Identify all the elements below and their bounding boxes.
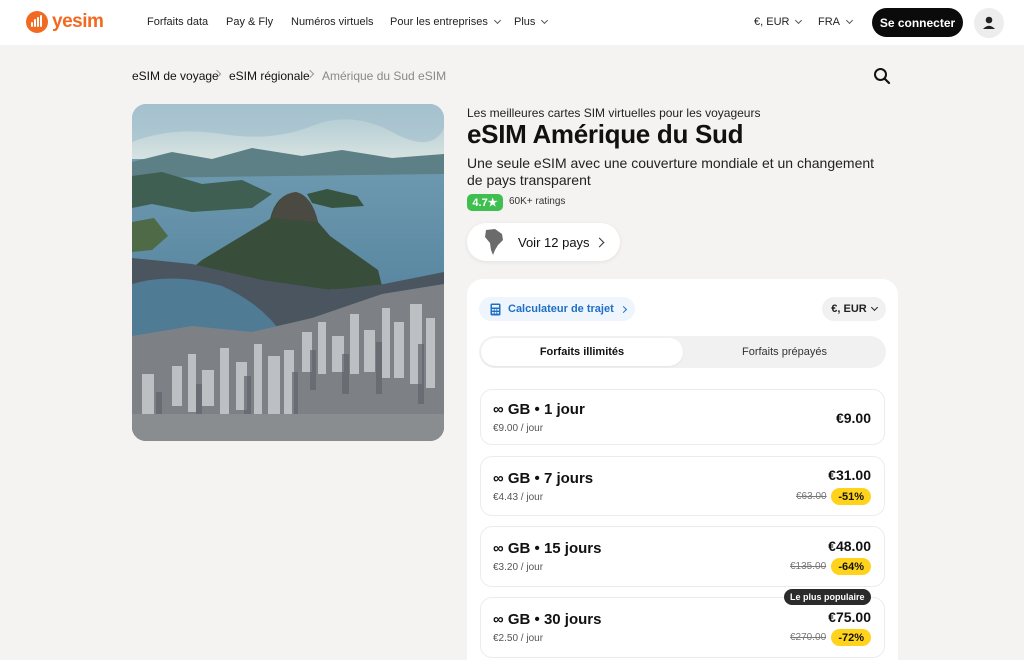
search-icon <box>874 68 891 85</box>
discount-badge: -51% <box>831 488 871 505</box>
nav-forfaits-data[interactable]: Forfaits data <box>147 16 208 28</box>
plan-old-price: €63.00 <box>796 491 827 502</box>
breadcrumb-current: Amérique du Sud eSIM <box>322 69 447 83</box>
card-currency-label: €, EUR <box>831 303 867 315</box>
account-button[interactable] <box>974 8 1004 38</box>
plan-per-day-price: €2.50 / jour <box>493 633 544 644</box>
chevron-down-icon <box>541 16 549 25</box>
top-navigation: yesim Forfaits data Pay & Fly Numéros vi… <box>0 0 1024 45</box>
plan-price: €9.00 <box>835 410 871 426</box>
chevron-down-icon <box>845 16 854 25</box>
plan-title: ∞ GB • 30 jours <box>493 611 602 628</box>
plan-title: ∞ GB • 1 jour <box>493 401 585 418</box>
trip-calculator-label: Calculateur de trajet <box>508 303 614 315</box>
user-icon <box>983 16 995 29</box>
plan-old-price: €270.00 <box>790 632 827 643</box>
nav-pour-les-entreprises[interactable]: Pour les entreprises <box>390 16 501 28</box>
chevron-right-icon <box>594 237 605 248</box>
destination-photo <box>132 104 444 441</box>
chevron-down-icon <box>493 16 501 25</box>
language-selector[interactable]: FRA <box>818 16 854 28</box>
breadcrumb-esim-de-voyage[interactable]: eSIM de voyage <box>132 69 219 83</box>
ratings-count: 60K+ ratings <box>509 196 566 207</box>
chevron-down-icon <box>795 16 803 25</box>
plan-title: ∞ GB • 15 jours <box>493 540 602 557</box>
plans-card: Calculateur de trajet €, EUR Forfaits il… <box>467 279 898 660</box>
most-popular-badge: Le plus populaire <box>784 589 871 605</box>
discount-badge: -64% <box>831 558 871 575</box>
plan-card-1-day[interactable]: ∞ GB • 1 jour €9.00 / jour €9.00 <box>480 389 885 445</box>
plan-card-15-days[interactable]: ∞ GB • 15 jours €3.20 / jour €48.00 €135… <box>480 526 885 587</box>
tab-forfaits-prepayes[interactable]: Forfaits prépayés <box>685 338 884 366</box>
trip-calculator-button[interactable]: Calculateur de trajet <box>479 297 635 321</box>
plan-card-7-days[interactable]: ∞ GB • 7 jours €4.43 / jour €31.00 €63.0… <box>480 456 885 516</box>
discount-badge: -72% <box>831 629 871 646</box>
logo-text: yesim <box>52 11 104 32</box>
product-description: Une seule eSIM avec une couverture mondi… <box>467 155 875 188</box>
see-countries-label: Voir 12 pays <box>518 235 590 250</box>
south-america-map-icon <box>485 229 503 255</box>
plan-card-30-days[interactable]: Le plus populaire ∞ GB • 30 jours €2.50 … <box>480 589 885 658</box>
plan-old-price: €135.00 <box>790 561 827 572</box>
plan-type-tabs: Forfaits illimités Forfaits prépayés <box>479 336 886 368</box>
plan-price: €48.00 <box>828 538 871 554</box>
calculator-icon <box>490 303 501 315</box>
breadcrumb-esim-regionale[interactable]: eSIM régionale <box>229 69 310 83</box>
login-button[interactable]: Se connecter <box>872 8 963 37</box>
plan-title: ∞ GB • 7 jours <box>493 470 594 487</box>
rating-badge: 4.7★ <box>467 194 503 211</box>
search-button[interactable] <box>872 66 892 86</box>
logo-icon <box>26 11 48 33</box>
tab-forfaits-illimites[interactable]: Forfaits illimités <box>481 338 683 366</box>
plan-price: €31.00 <box>828 467 871 483</box>
card-currency-selector[interactable]: €, EUR <box>822 297 886 321</box>
nav-plus[interactable]: Plus <box>514 16 549 28</box>
chevron-down-icon <box>870 303 878 312</box>
nav-pay-and-fly[interactable]: Pay & Fly <box>226 16 273 28</box>
plan-per-day-price: €4.43 / jour <box>493 492 544 503</box>
currency-selector[interactable]: €, EUR <box>754 16 803 28</box>
logo[interactable]: yesim <box>26 11 104 33</box>
page-title: eSIM Amérique du Sud <box>467 119 744 149</box>
plan-per-day-price: €9.00 / jour <box>493 423 544 434</box>
chevron-right-icon <box>619 305 627 313</box>
nav-numeros-virtuels[interactable]: Numéros virtuels <box>291 16 374 28</box>
plan-price: €75.00 <box>828 609 871 625</box>
product-tagline: Les meilleures cartes SIM virtuelles pou… <box>467 106 761 120</box>
see-countries-button[interactable]: Voir 12 pays <box>467 223 620 261</box>
plan-per-day-price: €3.20 / jour <box>493 562 544 573</box>
